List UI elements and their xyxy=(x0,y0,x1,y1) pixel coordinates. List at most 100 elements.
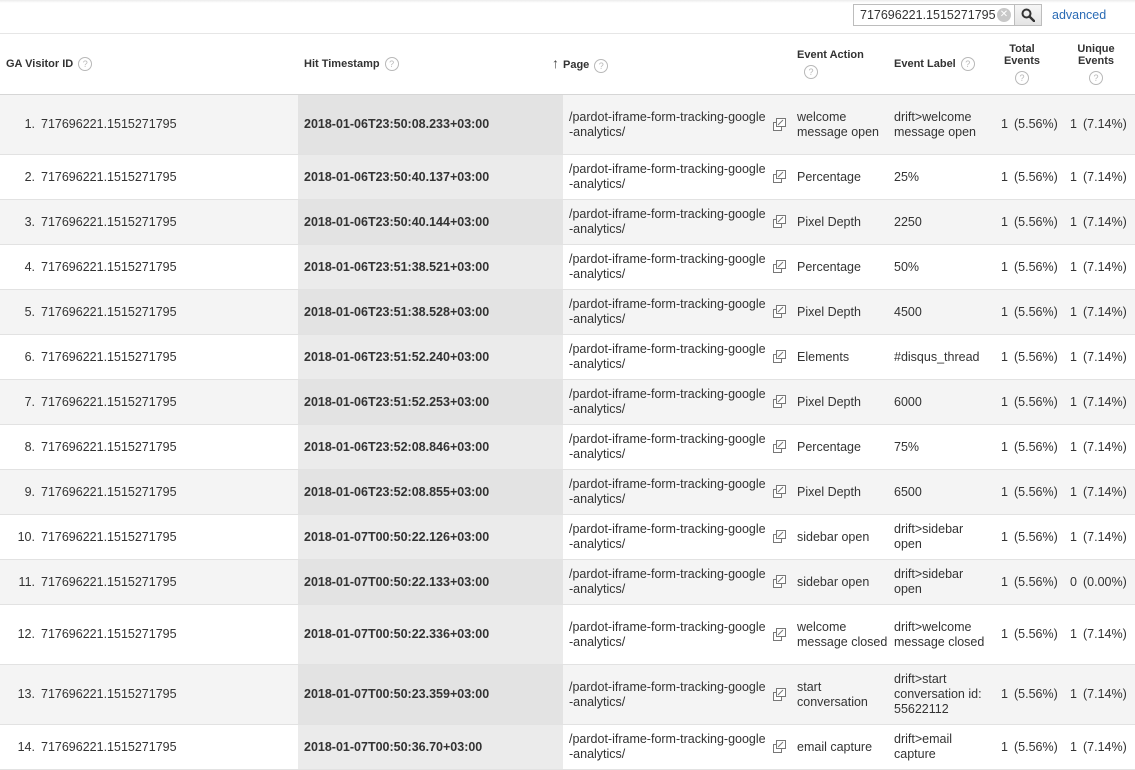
event-label-cell: drift>welcome message closed xyxy=(888,604,987,665)
column-header-timestamp[interactable]: Hit Timestamp? xyxy=(298,34,563,95)
table-row[interactable]: 12. 717696221.1515271795 2018-01-07T00:50:… xyxy=(0,604,1135,665)
visitor-id-cell: 717696221.1515271795 xyxy=(35,559,298,605)
total-events-value: 1 xyxy=(987,154,1008,200)
column-title: Total Events xyxy=(1003,43,1041,67)
table-row[interactable]: 2. 717696221.1515271795 2018-01-06T23:50:4… xyxy=(0,154,1135,200)
open-in-new-window-icon[interactable] xyxy=(773,530,786,543)
table-row[interactable]: 10. 717696221.1515271795 2018-01-07T00:50:… xyxy=(0,514,1135,560)
visitor-id-cell: 717696221.1515271795 xyxy=(35,514,298,560)
open-in-new-window-icon[interactable] xyxy=(773,575,786,588)
table-row[interactable]: 3. 717696221.1515271795 2018-01-06T23:50:4… xyxy=(0,199,1135,245)
open-in-new-window-icon[interactable] xyxy=(773,687,786,701)
help-icon[interactable]: ? xyxy=(384,57,399,71)
event-label-cell: drift>start conversation id: 55622112 xyxy=(888,664,987,725)
page-link[interactable]: /pardot-iframe-form-tracking-google-anal… xyxy=(569,680,769,710)
table-row[interactable]: 6. 717696221.1515271795 2018-01-06T23:51:5… xyxy=(0,334,1135,380)
unique-events-percent: (7.14%) xyxy=(1077,664,1135,725)
page-link[interactable]: /pardot-iframe-form-tracking-google-anal… xyxy=(569,567,769,597)
column-header-event-action[interactable]: Event Action? xyxy=(791,34,888,95)
row-index: 3. xyxy=(0,199,35,245)
page-link[interactable]: /pardot-iframe-form-tracking-google-anal… xyxy=(569,620,769,650)
page-cell: /pardot-iframe-form-tracking-google-anal… xyxy=(563,289,791,335)
help-icon[interactable]: ? xyxy=(960,57,975,71)
table-row[interactable]: 1. 717696221.1515271795 2018-01-06T23:50:0… xyxy=(0,94,1135,155)
page-link[interactable]: /pardot-iframe-form-tracking-google-anal… xyxy=(569,522,769,552)
search-input[interactable] xyxy=(854,5,1000,25)
events-table: GA Visitor ID? Hit Timestamp? ↑ Page? Eve… xyxy=(0,34,1135,770)
event-label-cell: 6000 xyxy=(888,379,987,425)
table-row[interactable]: 4. 717696221.1515271795 2018-01-06T23:51:3… xyxy=(0,244,1135,290)
advanced-filter-link[interactable]: advanced xyxy=(1052,8,1106,22)
column-title: Hit Timestamp xyxy=(304,57,380,70)
page-link[interactable]: /pardot-iframe-form-tracking-google-anal… xyxy=(569,387,769,417)
event-label-cell: 75% xyxy=(888,424,987,470)
open-in-new-window-icon[interactable] xyxy=(773,305,786,318)
help-icon[interactable]: ? xyxy=(78,57,93,71)
help-icon[interactable]: ? xyxy=(594,58,609,73)
event-action-cell: sidebar open xyxy=(791,559,888,605)
column-header-visitor[interactable]: GA Visitor ID? xyxy=(0,34,298,95)
unique-events-percent: (7.14%) xyxy=(1077,514,1135,560)
total-events-percent: (5.56%) xyxy=(1008,154,1058,200)
column-header-page[interactable]: ↑ Page? xyxy=(552,34,791,95)
sort-ascending-icon: ↑ xyxy=(552,55,559,72)
column-header-event-label[interactable]: Event Label? xyxy=(888,34,987,95)
search-button[interactable] xyxy=(1015,4,1042,26)
event-action-cell: Percentage xyxy=(791,424,888,470)
table-row[interactable]: 8. 717696221.1515271795 2018-01-06T23:52:0… xyxy=(0,424,1135,470)
visitor-id-cell: 717696221.1515271795 xyxy=(35,664,298,725)
total-events-percent: (5.56%) xyxy=(1008,244,1058,290)
help-icon[interactable]: ? xyxy=(1089,71,1103,85)
open-in-new-window-icon[interactable] xyxy=(773,440,786,453)
event-action-cell: sidebar open xyxy=(791,514,888,560)
page-link[interactable]: /pardot-iframe-form-tracking-google-anal… xyxy=(569,432,769,462)
table-row[interactable]: 7. 717696221.1515271795 2018-01-06T23:51:5… xyxy=(0,379,1135,425)
page-cell: /pardot-iframe-form-tracking-google-anal… xyxy=(563,664,791,725)
table-row[interactable]: 9. 717696221.1515271795 2018-01-06T23:52:0… xyxy=(0,469,1135,515)
clear-icon[interactable]: ✕ xyxy=(997,8,1011,22)
table-row[interactable]: 13. 717696221.1515271795 2018-01-07T00:50:… xyxy=(0,664,1135,725)
unique-events-value: 1 xyxy=(1057,604,1077,665)
page-link[interactable]: /pardot-iframe-form-tracking-google-anal… xyxy=(569,207,769,237)
open-in-new-window-icon[interactable] xyxy=(773,350,786,363)
unique-events-percent: (0.00%) xyxy=(1077,559,1135,605)
page-cell: /pardot-iframe-form-tracking-google-anal… xyxy=(563,379,791,425)
table-row[interactable]: 5. 717696221.1515271795 2018-01-06T23:51:3… xyxy=(0,289,1135,335)
help-icon[interactable]: ? xyxy=(804,65,818,79)
table-row[interactable]: 11. 717696221.1515271795 2018-01-07T00:50:… xyxy=(0,559,1135,605)
open-in-new-window-icon[interactable] xyxy=(773,117,786,131)
page-link[interactable]: /pardot-iframe-form-tracking-google-anal… xyxy=(569,110,769,140)
column-header-total-events[interactable]: Total Events? xyxy=(987,34,1057,95)
event-action-cell: Percentage xyxy=(791,244,888,290)
open-in-new-window-icon[interactable] xyxy=(773,260,786,273)
event-action-cell: Pixel Depth xyxy=(791,379,888,425)
unique-events-value: 1 xyxy=(1057,94,1077,155)
unique-events-value: 1 xyxy=(1057,244,1077,290)
total-events-value: 1 xyxy=(987,724,1008,770)
open-in-new-window-icon[interactable] xyxy=(773,215,786,228)
table-row[interactable]: 14. 717696221.1515271795 2018-01-07T00:50:… xyxy=(0,724,1135,770)
total-events-value: 1 xyxy=(987,514,1008,560)
column-header-unique-events[interactable]: Unique Events? xyxy=(1057,34,1135,95)
page-link[interactable]: /pardot-iframe-form-tracking-google-anal… xyxy=(569,162,769,192)
visitor-id-cell: 717696221.1515271795 xyxy=(35,379,298,425)
event-action-cell: welcome message closed xyxy=(791,604,888,665)
open-in-new-window-icon[interactable] xyxy=(773,485,786,498)
help-icon[interactable]: ? xyxy=(1015,71,1029,85)
open-in-new-window-icon[interactable] xyxy=(773,740,786,753)
page-link[interactable]: /pardot-iframe-form-tracking-google-anal… xyxy=(569,252,769,282)
page-link[interactable]: /pardot-iframe-form-tracking-google-anal… xyxy=(569,297,769,327)
open-in-new-window-icon[interactable] xyxy=(773,170,786,183)
page-link[interactable]: /pardot-iframe-form-tracking-google-anal… xyxy=(569,732,769,762)
page-link[interactable]: /pardot-iframe-form-tracking-google-anal… xyxy=(569,342,769,372)
row-index: 14. xyxy=(0,724,35,770)
total-events-value: 1 xyxy=(987,199,1008,245)
visitor-id-cell: 717696221.1515271795 xyxy=(35,244,298,290)
page-link[interactable]: /pardot-iframe-form-tracking-google-anal… xyxy=(569,477,769,507)
timestamp-cell: 2018-01-06T23:51:52.240+03:00 xyxy=(298,334,563,380)
open-in-new-window-icon[interactable] xyxy=(773,627,786,641)
open-in-new-window-icon[interactable] xyxy=(773,395,786,408)
total-events-value: 1 xyxy=(987,379,1008,425)
event-label-cell: drift>sidebar open xyxy=(888,514,987,560)
unique-events-value: 1 xyxy=(1057,199,1077,245)
